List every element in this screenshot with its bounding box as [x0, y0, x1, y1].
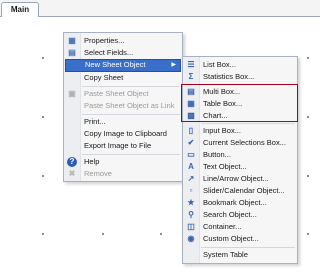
menu-separator	[201, 247, 295, 248]
submenu-item-system-table[interactable]: System Table	[184, 249, 296, 261]
menu-item-paste-as-link: Paste Sheet Object as Link	[84, 101, 175, 110]
list-box-icon: ☰	[187, 60, 195, 69]
menu-item-print[interactable]: Print...	[65, 116, 181, 128]
grid-dot	[42, 233, 44, 235]
submenu-item-slider-calendar-object[interactable]: ▫ Slider/Calendar Object...	[184, 185, 296, 197]
submenu-item-container[interactable]: ◫ Container...	[184, 221, 296, 233]
submenu-item-input-box[interactable]: ▯ Input Box...	[184, 125, 296, 137]
statistics-icon: Σ	[188, 72, 194, 81]
submenu-arrow-icon: ▶	[171, 62, 176, 68]
grid-dot	[307, 57, 309, 59]
menu-item-help[interactable]: ? Help	[65, 156, 181, 168]
submenu-item-line-arrow-object[interactable]: ↗ Line/Arrow Object...	[184, 173, 296, 185]
grid-dot	[307, 116, 309, 118]
menu-item-export-image[interactable]: Export Image to File	[65, 140, 181, 152]
annotation-highlight-box	[181, 84, 298, 122]
grid-dot	[307, 175, 309, 177]
menu-item-new-sheet-object[interactable]: New Sheet Object ▶	[65, 59, 181, 72]
submenu-item-button[interactable]: ▭ Button...	[184, 149, 296, 161]
grid-dot	[307, 233, 309, 235]
menu-separator	[201, 123, 295, 124]
custom-object-icon: ◉	[187, 234, 195, 243]
menu-item-paste-sheet-object: ▣ Paste Sheet Object	[68, 89, 149, 98]
grid-dot	[160, 233, 162, 235]
current-selections-icon: ✔	[187, 138, 195, 147]
text-object-icon: A	[188, 162, 194, 171]
grid-dot	[42, 116, 44, 118]
button-icon: ▭	[187, 150, 195, 159]
grid-dot	[42, 175, 44, 177]
input-box-icon: ▯	[188, 126, 194, 135]
grid-dot	[42, 57, 44, 59]
menu-separator	[82, 86, 180, 87]
menu-item-remove: ✖ Remove	[68, 169, 112, 178]
submenu-item-current-selections-box[interactable]: ✔ Current Selections Box...	[184, 137, 296, 149]
context-menu: ▦ Properties... ▤ Select Fields... New S…	[63, 32, 183, 182]
submenu-item-search-object[interactable]: ⚲ Search Object...	[184, 209, 296, 221]
menu-item-select-fields[interactable]: ▤ Select Fields...	[65, 47, 181, 59]
menu-item-properties[interactable]: ▦ Properties...	[65, 35, 181, 47]
submenu-item-custom-object[interactable]: ◉ Custom Object...	[184, 233, 296, 245]
properties-icon: ▦	[68, 36, 76, 45]
tab-main[interactable]: Main	[1, 2, 39, 17]
grid-dot	[102, 233, 104, 235]
container-icon: ◫	[187, 222, 195, 231]
submenu-item-bookmark-object[interactable]: ★ Bookmark Object...	[184, 197, 296, 209]
menu-separator	[82, 154, 180, 155]
bookmark-icon: ★	[187, 198, 195, 207]
slider-calendar-icon: ▫	[189, 186, 193, 195]
menu-separator	[82, 114, 180, 115]
sheet-tab-bar: Main	[0, 0, 320, 17]
search-icon: ⚲	[188, 210, 194, 219]
menu-item-copy-sheet[interactable]: Copy Sheet	[65, 72, 181, 84]
line-arrow-icon: ↗	[187, 174, 195, 183]
select-fields-icon: ▤	[68, 48, 76, 57]
help-icon: ?	[67, 157, 77, 167]
menu-item-copy-image[interactable]: Copy Image to Clipboard	[65, 128, 181, 140]
submenu-item-statistics-box[interactable]: Σ Statistics Box...	[184, 71, 296, 83]
remove-icon: ✖	[68, 169, 76, 178]
submenu-item-list-box[interactable]: ☰ List Box...	[184, 59, 296, 71]
paste-icon: ▣	[68, 89, 76, 98]
submenu-item-text-object[interactable]: A Text Object...	[184, 161, 296, 173]
